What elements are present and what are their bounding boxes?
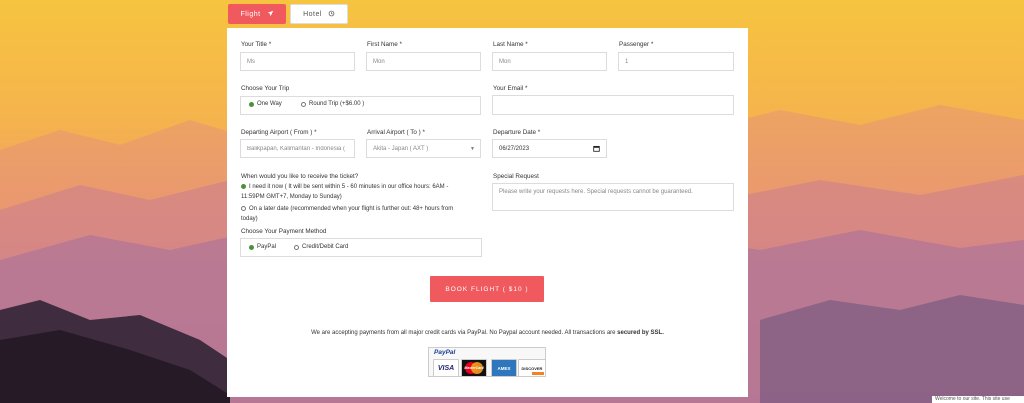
tab-flight[interactable]: Flight [228,4,286,24]
trip-round-trip-option[interactable]: Round Trip (+$6.00 ) [301,101,364,107]
tab-flight-label: Flight [240,10,261,18]
title-field[interactable]: Ms [240,52,355,71]
trip-round-trip-label: Round Trip (+$6.00 ) [309,101,365,107]
trip-one-way-label: One Way [257,101,282,107]
book-flight-button[interactable]: BOOK FLIGHT ( $10 ) [430,276,544,302]
ticket-now-line-2: 11:59PM GMT+7, Monday to Sunday) [241,194,342,200]
date-field[interactable]: 06/27/2023 [492,139,607,158]
depart-select[interactable]: Balikpapan, Kalimantan - Indonesia ( ... [240,139,355,158]
booking-tabs: Flight Hotel [228,4,348,24]
payment-label: Choose Your Payment Method [241,228,327,235]
radio-selected-icon [249,101,254,107]
plane-icon [267,10,274,19]
radio-selected-icon [249,244,254,250]
amex-label: AMEX [497,365,511,371]
hotel-icon [328,10,335,19]
discover-logo: DISCOVER [518,359,546,377]
ticket-later-line-1: On a later date (recommended when your f… [249,206,454,212]
calendar-icon [593,145,600,154]
date-label: Departure Date * [493,129,541,136]
amex-logo: AMEX [491,359,517,377]
payment-note: We are accepting payments from all major… [227,330,748,336]
title-label: Your Title * [241,41,272,48]
radio-unselected-icon [241,205,246,211]
mastercard-logo: MasterCard [461,359,487,377]
payment-note-text: We are accepting payments from all major… [311,330,616,336]
discover-label: DISCOVER [521,365,543,371]
email-label: Your Email * [493,85,528,92]
flight-booking-form: Your Title * Ms First Name * Mon Last Na… [227,28,748,397]
special-request-field[interactable]: Please write your requests here. Special… [492,183,734,211]
first-name-label: First Name * [367,41,402,48]
visa-logo: VISA [433,359,459,377]
depart-label: Departing Airport ( From ) * [241,129,317,136]
last-name-field[interactable]: Mon [492,52,607,71]
ticket-later-line-2: today) [241,216,258,222]
ticket-now-line-1: I need it now ( It will be sent within 5… [249,184,449,190]
visa-label: VISA [437,364,455,372]
cookie-notice: Welcome to our site. This site use [932,396,1024,403]
payment-paypal-label: PayPal [257,244,277,250]
radio-selected-icon [241,183,246,189]
special-request-label: Special Request [493,173,539,180]
payment-card-option[interactable]: Credit/Debit Card [294,244,348,250]
trip-one-way-option[interactable]: One Way [249,101,282,107]
last-name-label: Last Name * [493,41,528,48]
ticket-now-option[interactable]: I need it now ( It will be sent within 5… [241,182,481,202]
payment-note-bold: secured by SSL. [617,330,664,336]
payment-card-label: Credit/Debit Card [302,244,349,250]
radio-unselected-icon [294,244,299,250]
discover-stripe [532,372,544,375]
mastercard-label: MasterCard [464,366,484,370]
payment-options [240,238,482,257]
arrival-label: Arrival Airport ( To ) * [367,129,425,136]
passenger-label: Passenger * [619,41,654,48]
payment-paypal-option[interactable]: PayPal [249,244,276,250]
radio-unselected-icon [301,101,306,107]
tab-hotel-label: Hotel [303,10,322,18]
passenger-field[interactable]: 1 [618,52,734,71]
email-field[interactable] [492,95,734,115]
tab-hotel[interactable]: Hotel [290,4,348,24]
paypal-logo: PayPal [434,349,456,356]
ticket-label: When would you like to receive the ticke… [241,173,359,180]
first-name-field[interactable]: Mon [366,52,481,71]
arrival-select[interactable]: Akita - Japan ( AXT ) ▼ [366,139,481,158]
date-value: 06/27/2023 [499,145,530,152]
depart-value: Balikpapan, Kalimantan - Indonesia ( ... [247,145,347,152]
trip-label: Choose Your Trip [241,85,290,92]
ticket-later-option[interactable]: On a later date (recommended when your f… [241,204,481,224]
payment-logos: PayPal VISA MasterCard AMEX DISCOVER [428,347,546,377]
arrival-value: Akita - Japan ( AXT ) [373,145,429,152]
chevron-down-icon: ▼ [470,146,475,152]
